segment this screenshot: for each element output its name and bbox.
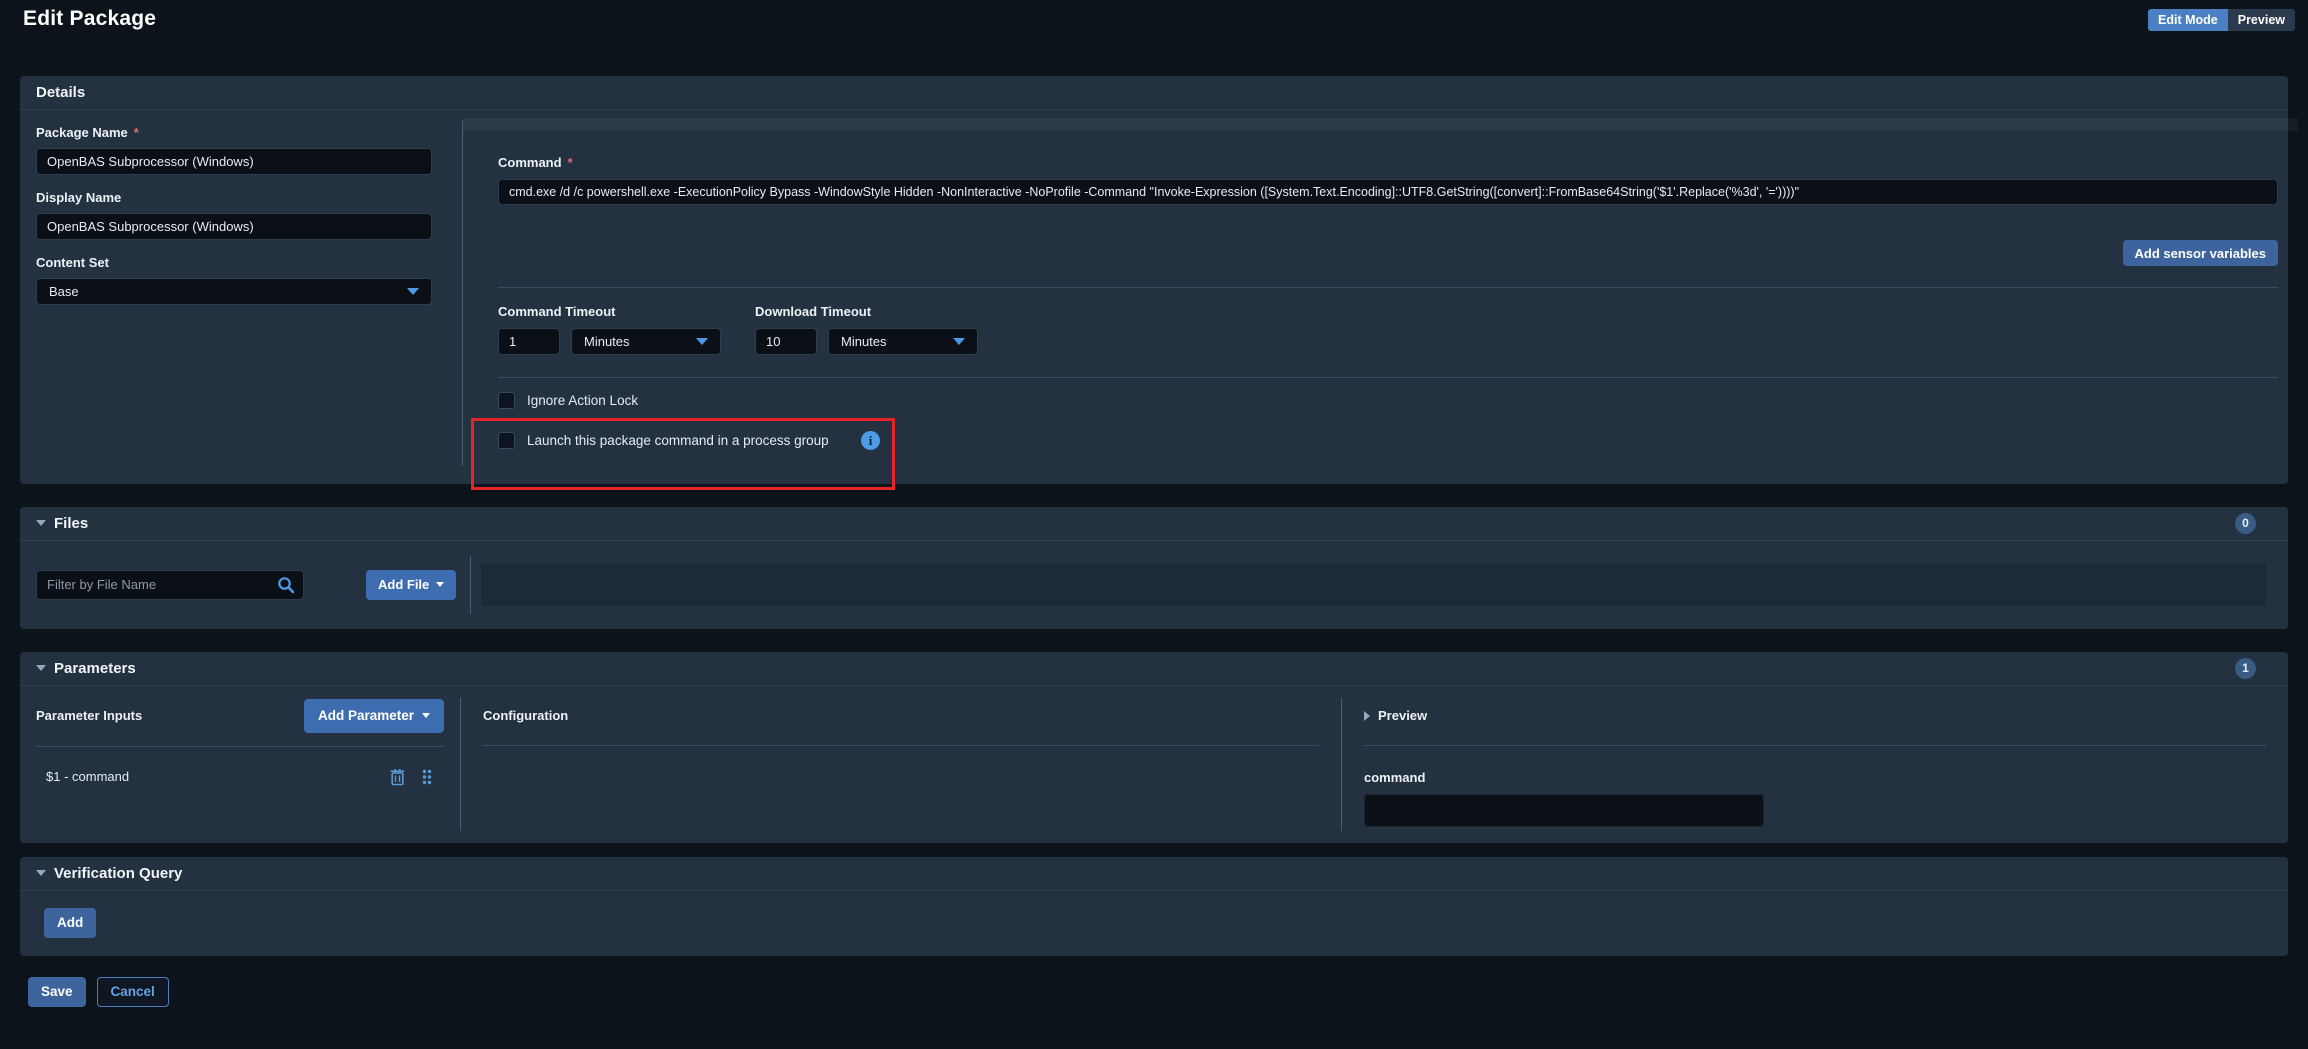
parameter-name: $1 - command — [46, 769, 129, 784]
collapse-caret-icon — [36, 665, 46, 671]
expand-caret-icon[interactable] — [1364, 711, 1370, 721]
content-set-select[interactable]: Base — [36, 278, 432, 305]
download-timeout-group: Download Timeout Minutes — [755, 304, 978, 355]
verification-query-panel: Verification Query Add — [20, 857, 2288, 956]
trash-icon[interactable] — [390, 768, 405, 786]
verification-query-heading: Verification Query — [54, 865, 182, 882]
verification-add-button[interactable]: Add — [44, 908, 96, 938]
details-right-column: Command * Add sensor variables Command Ti… — [463, 110, 2288, 478]
add-sensor-variables-button[interactable]: Add sensor variables — [2123, 240, 2279, 266]
files-heading: Files — [54, 515, 88, 532]
preview-label: Preview — [1378, 708, 1427, 723]
edit-mode-toggle[interactable]: Edit Mode — [2148, 9, 2228, 31]
chevron-down-icon — [696, 338, 708, 345]
command-timeout-value-input[interactable] — [498, 328, 560, 355]
download-timeout-value-input[interactable] — [755, 328, 817, 355]
ignore-action-lock-row: Ignore Action Lock — [498, 392, 2278, 409]
required-asterisk: * — [568, 155, 573, 170]
divider — [483, 745, 1319, 746]
files-panel: Files 0 Add File — [20, 507, 2288, 629]
verification-query-header[interactable]: Verification Query — [20, 857, 2288, 891]
configuration-column: Configuration — [461, 686, 1341, 843]
command-input[interactable] — [498, 179, 2278, 205]
command-timeout-label: Command Timeout — [498, 304, 721, 319]
content-set-label: Content Set — [36, 255, 432, 270]
details-heading: Details — [36, 84, 85, 101]
chevron-down-icon — [436, 582, 444, 587]
parameters-header[interactable]: Parameters 1 — [20, 652, 2288, 686]
details-body: Package Name * Display Name Content Set B… — [20, 110, 2288, 484]
parameters-count-badge: 1 — [2235, 658, 2256, 679]
command-timeout-unit-select[interactable]: Minutes — [571, 328, 721, 355]
divider — [36, 746, 444, 747]
download-timeout-label: Download Timeout — [755, 304, 978, 319]
download-timeout-unit-value: Minutes — [841, 334, 887, 349]
download-timeout-unit-select[interactable]: Minutes — [828, 328, 978, 355]
chevron-down-icon — [422, 713, 430, 718]
file-filter-wrap — [36, 570, 304, 600]
package-name-label-text: Package Name — [36, 125, 128, 140]
process-group-checkbox[interactable] — [498, 432, 515, 449]
page-title: Edit Package — [23, 7, 156, 31]
highlight-red-box: Launch this package command in a process… — [471, 418, 895, 490]
files-body: Add File — [20, 541, 2288, 629]
parameter-inputs-column: Parameter Inputs Add Parameter $1 - comm… — [20, 686, 460, 843]
ignore-action-lock-label: Ignore Action Lock — [527, 393, 638, 408]
process-group-label: Launch this package command in a process… — [527, 431, 829, 451]
chevron-down-icon — [407, 288, 419, 295]
required-asterisk: * — [134, 125, 139, 140]
divider — [498, 287, 2278, 288]
command-label: Command * — [498, 155, 2278, 170]
preview-command-input[interactable] — [1364, 794, 1764, 827]
package-name-input[interactable] — [36, 148, 432, 175]
scroll-shadow-band — [463, 118, 2298, 131]
add-file-button[interactable]: Add File — [366, 570, 456, 600]
content-set-value: Base — [49, 284, 79, 299]
display-name-label: Display Name — [36, 190, 432, 205]
files-header[interactable]: Files 0 — [20, 507, 2288, 541]
process-group-row: Launch this package command in a process… — [498, 431, 880, 451]
chevron-down-icon — [953, 338, 965, 345]
parameters-panel: Parameters 1 Parameter Inputs Add Parame… — [20, 652, 2288, 843]
drag-handle-icon[interactable] — [422, 769, 432, 785]
package-name-label: Package Name * — [36, 125, 432, 140]
save-button[interactable]: Save — [28, 977, 86, 1007]
add-file-label: Add File — [378, 577, 429, 592]
add-parameter-label: Add Parameter — [318, 708, 414, 723]
details-panel: Details Package Name * Display Name Conte… — [20, 76, 2288, 484]
parameter-inputs-label: Parameter Inputs — [36, 708, 142, 723]
files-divider — [470, 556, 471, 614]
divider — [498, 377, 2278, 378]
details-header: Details — [20, 76, 2288, 110]
files-count-badge: 0 — [2235, 513, 2256, 534]
files-empty-list — [481, 564, 2266, 606]
verification-query-body: Add — [20, 891, 2288, 956]
page-header: Edit Package Edit Mode Preview — [0, 0, 2308, 31]
info-icon[interactable]: i — [861, 431, 880, 450]
search-icon — [277, 576, 295, 594]
view-toggle-group: Edit Mode Preview — [2148, 9, 2295, 31]
cancel-button[interactable]: Cancel — [97, 977, 169, 1007]
add-parameter-button[interactable]: Add Parameter — [304, 699, 444, 733]
command-timeout-group: Command Timeout Minutes — [498, 304, 721, 355]
configuration-label: Configuration — [483, 708, 568, 723]
details-left-column: Package Name * Display Name Content Set B… — [36, 110, 448, 478]
file-filter-input[interactable] — [36, 570, 304, 600]
parameters-body: Parameter Inputs Add Parameter $1 - comm… — [20, 686, 2288, 843]
collapse-caret-icon — [36, 870, 46, 876]
command-label-text: Command — [498, 155, 562, 170]
parameters-heading: Parameters — [54, 660, 136, 677]
parameter-row[interactable]: $1 - command — [36, 768, 444, 786]
timeout-row: Command Timeout Minutes Download Timeout — [498, 304, 2278, 355]
divider — [1364, 745, 2266, 746]
ignore-action-lock-checkbox[interactable] — [498, 392, 515, 409]
preview-column: Preview command — [1342, 686, 2288, 843]
footer-actions: Save Cancel — [28, 977, 2288, 1007]
preview-command-label: command — [1364, 770, 2266, 785]
preview-toggle[interactable]: Preview — [2228, 9, 2295, 31]
collapse-caret-icon — [36, 520, 46, 526]
display-name-input[interactable] — [36, 213, 432, 240]
command-timeout-unit-value: Minutes — [584, 334, 630, 349]
